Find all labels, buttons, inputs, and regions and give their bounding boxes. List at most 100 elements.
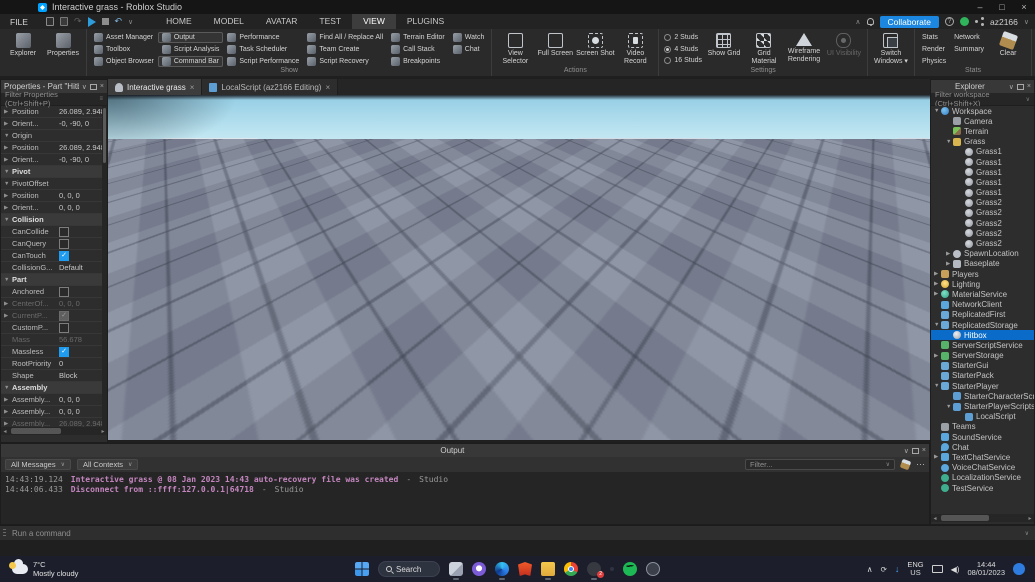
tree-item[interactable]: Grass2 — [931, 218, 1034, 228]
properties-filter-input[interactable]: Filter Properties (Ctrl+Shift+P) ≡ — [1, 93, 107, 106]
new-file-icon[interactable] — [46, 17, 54, 26]
stats-toggle[interactable]: Network — [950, 32, 988, 43]
file-explorer-icon[interactable] — [541, 562, 555, 576]
property-value[interactable] — [59, 251, 107, 261]
speaker-icon[interactable]: ◀) — [951, 565, 960, 574]
float-window-icon[interactable] — [912, 448, 919, 454]
property-row[interactable]: CustomP... — [1, 322, 107, 334]
expand-arrow[interactable]: ▶ — [946, 261, 953, 267]
property-row[interactable]: Mass 56.678 — [1, 334, 107, 346]
tree-item[interactable]: ▼ StarterPlayer — [931, 381, 1034, 391]
property-value[interactable] — [59, 239, 107, 249]
property-row[interactable]: Anchored — [1, 286, 107, 298]
filter-dropdown-icon[interactable]: ∨ — [1026, 96, 1030, 103]
drag-handle-icon[interactable] — [3, 529, 6, 538]
stats-toggle[interactable]: Stats — [918, 32, 950, 43]
tree-item[interactable]: Grass2 — [931, 198, 1034, 208]
menu-tab[interactable]: AVATAR — [255, 14, 309, 29]
property-row[interactable]: CanCollide — [1, 226, 107, 238]
expand-arrow[interactable]: ▼ — [4, 133, 12, 139]
tree-item[interactable]: Terrain — [931, 126, 1034, 136]
close-panel-icon[interactable]: × — [922, 447, 926, 454]
explorer-filter-input[interactable]: Filter workspace (Ctrl+Shift+X) ∨ — [931, 93, 1034, 106]
property-row[interactable]: Massless — [1, 346, 107, 358]
brave-browser-icon[interactable] — [518, 562, 532, 576]
document-tab[interactable]: Interactive grass × — [108, 79, 202, 95]
ribbon-large-button[interactable]: Properties — [43, 31, 83, 66]
property-value[interactable]: Block — [59, 371, 107, 380]
stop-button[interactable] — [102, 18, 109, 25]
expand-arrow[interactable]: ▶ — [4, 193, 12, 199]
menu-tab[interactable]: MODEL — [203, 14, 255, 29]
clear-output-button[interactable]: Clear — [988, 31, 1028, 66]
property-value[interactable]: 26.089, 2.948, 4... — [59, 143, 107, 152]
tree-item[interactable]: Grass1 — [931, 177, 1034, 187]
ribbon-button[interactable]: Task Scheduler — [223, 44, 303, 55]
ribbon-button[interactable]: Script Analysis — [158, 44, 224, 55]
tree-item[interactable]: Grass2 — [931, 228, 1034, 238]
property-value[interactable] — [59, 311, 107, 321]
stud-size-radio[interactable]: 4 Studs — [662, 44, 704, 55]
property-value[interactable] — [59, 323, 107, 333]
menu-tab[interactable]: VIEW — [352, 14, 396, 29]
tree-item[interactable]: ▶ Lighting — [931, 279, 1034, 289]
property-value[interactable]: 0, 0, 0 — [59, 395, 107, 404]
undo-dropdown-icon[interactable]: ∨ — [128, 18, 133, 26]
property-row[interactable]: ▶ Orient... -0, -90, 0 — [1, 154, 107, 166]
property-value[interactable]: 0, 0, 0 — [59, 299, 107, 308]
properties-vertical-scrollbar[interactable] — [102, 106, 107, 427]
property-row[interactable]: ▶ Position 0, 0, 0 — [1, 190, 107, 202]
property-row[interactable]: ▶ Position 26.089, 2.948, 4... — [1, 106, 107, 118]
cast-monitor-icon[interactable] — [932, 565, 943, 573]
tree-item[interactable]: Grass1 — [931, 167, 1034, 177]
tree-item[interactable]: ▼ Workspace — [931, 106, 1034, 116]
ribbon-button[interactable]: Team Create — [303, 44, 387, 55]
ribbon-large-button[interactable]: Show Grid — [704, 31, 744, 66]
tree-item[interactable]: ▶ TextChatService — [931, 452, 1034, 462]
tree-item[interactable]: TestService — [931, 483, 1034, 493]
tree-item[interactable]: ▶ MaterialService — [931, 289, 1034, 299]
ribbon-large-button[interactable]: Grid Material — [744, 31, 784, 66]
property-row[interactable]: ▶ CenterOf... 0, 0, 0 — [1, 298, 107, 310]
expand-arrow[interactable]: ▼ — [4, 277, 12, 283]
property-value[interactable]: 0, 0, 0 — [59, 407, 107, 416]
file-menu[interactable]: FILE — [0, 17, 38, 27]
output-filter-input[interactable]: Filter... ∨ — [745, 459, 895, 470]
log-line[interactable]: 14:44:06.433 Disconnect from ::ffff:127.… — [5, 485, 929, 495]
property-value[interactable]: 0, 0, 0 — [59, 191, 107, 200]
properties-horizontal-scrollbar[interactable]: ◂▸ — [1, 427, 107, 435]
expand-arrow[interactable]: ▶ — [4, 301, 12, 307]
clock-datetime[interactable]: 14:4408/01/2023 — [967, 561, 1005, 577]
taskbar-search[interactable]: Search — [378, 561, 440, 577]
property-row[interactable]: ▼ Collision — [1, 214, 107, 226]
property-row[interactable]: ▶ Orient... 0, 0, 0 — [1, 202, 107, 214]
expand-arrow[interactable]: ▶ — [4, 109, 12, 115]
property-value[interactable] — [59, 227, 107, 237]
language-indicator[interactable]: ENGUS — [907, 561, 923, 577]
ribbon-button[interactable]: Asset Manager — [90, 32, 158, 43]
property-value[interactable]: 56.678 — [59, 335, 107, 344]
tree-item[interactable]: LocalizationService — [931, 473, 1034, 483]
messages-filter-dropdown[interactable]: All Messages ∨ — [5, 459, 71, 470]
expand-arrow[interactable]: ▶ — [934, 271, 941, 277]
tab-close-icon[interactable]: × — [190, 83, 195, 92]
tree-item[interactable]: Grass1 — [931, 188, 1034, 198]
property-row[interactable]: Shape Block — [1, 370, 107, 382]
notification-badge[interactable] — [1013, 563, 1025, 575]
property-value[interactable]: -0, -90, 0 — [59, 119, 107, 128]
expand-arrow[interactable]: ▶ — [934, 353, 941, 359]
expand-arrow[interactable]: ▼ — [934, 383, 941, 389]
ribbon-large-button[interactable]: Screen Shot — [575, 31, 615, 66]
tree-item[interactable]: NetworkClient — [931, 300, 1034, 310]
property-value[interactable]: Default — [59, 263, 107, 272]
expand-arrow[interactable]: ▶ — [4, 121, 12, 127]
property-row[interactable]: ▼ Part — [1, 274, 107, 286]
property-row[interactable]: ▶ Orient... -0, -90, 0 — [1, 118, 107, 130]
expand-arrow[interactable]: ▼ — [946, 139, 953, 145]
ribbon-button[interactable]: Performance — [223, 32, 303, 43]
collaborate-button[interactable]: Collaborate — [880, 16, 939, 28]
expand-arrow[interactable]: ▶ — [934, 291, 941, 297]
tree-item[interactable]: ▼ ReplicatedStorage — [931, 320, 1034, 330]
tree-item[interactable]: StarterCharacterScripts — [931, 391, 1034, 401]
tree-item[interactable]: ReplicatedFirst — [931, 310, 1034, 320]
